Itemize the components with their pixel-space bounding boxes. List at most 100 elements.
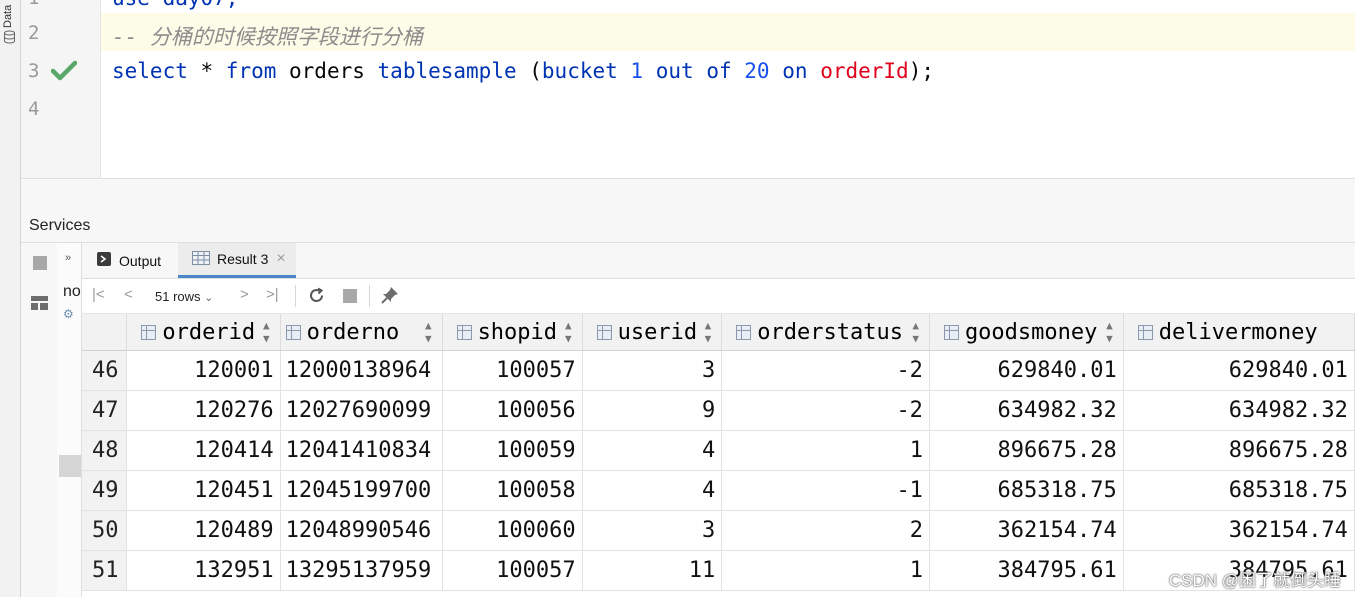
table-cell[interactable]: 634982.32 bbox=[1123, 390, 1355, 431]
sort-icon[interactable]: ▲ ▼ bbox=[1106, 319, 1113, 345]
table-cell[interactable]: 4 bbox=[582, 430, 723, 471]
table-cell[interactable]: 4 bbox=[582, 470, 723, 511]
table-cell[interactable]: 100056 bbox=[442, 390, 583, 431]
table-cell[interactable]: 12048990546 bbox=[280, 510, 443, 551]
database-tool-label[interactable]: Data bbox=[2, 2, 14, 28]
sort-icon[interactable]: ▲ ▼ bbox=[263, 319, 270, 345]
table-cell[interactable]: 120451 bbox=[126, 470, 281, 511]
table-cell[interactable]: 362154.74 bbox=[929, 510, 1124, 551]
tab-output-label: Output bbox=[119, 252, 162, 269]
tree-node-label[interactable]: no bbox=[63, 283, 81, 301]
services-tree[interactable]: » no ⚙ bbox=[57, 243, 82, 597]
table-cell[interactable]: 362154.74 bbox=[1123, 510, 1355, 551]
table-cell[interactable]: 2 bbox=[721, 510, 930, 551]
table-cell[interactable]: 634982.32 bbox=[929, 390, 1124, 431]
table-cell[interactable]: -1 bbox=[721, 470, 930, 511]
table-cell[interactable]: 685318.75 bbox=[1123, 470, 1355, 511]
table-cell[interactable]: 1 bbox=[721, 550, 930, 591]
session-icon: ⚙ bbox=[63, 307, 74, 321]
table-cell[interactable]: 100060 bbox=[442, 510, 583, 551]
table-cell[interactable]: 896675.28 bbox=[929, 430, 1124, 471]
refresh-icon[interactable] bbox=[308, 287, 325, 309]
column-header-orderno[interactable]: orderno ▲ ▼ bbox=[280, 314, 443, 351]
table-cell[interactable]: 1 bbox=[721, 430, 930, 471]
column-icon bbox=[456, 324, 472, 340]
column-header-userid[interactable]: userid ▲ ▼ bbox=[582, 314, 723, 351]
rows-count-dropdown[interactable]: 51 rows ⌄ bbox=[155, 289, 213, 304]
sort-icon[interactable]: ▲ ▼ bbox=[705, 319, 712, 345]
row-number-cell: 46 bbox=[82, 350, 128, 391]
table-cell[interactable]: 3 bbox=[582, 350, 723, 391]
table-cell[interactable]: 100057 bbox=[442, 550, 583, 591]
sort-icon[interactable]: ▲ ▼ bbox=[425, 319, 432, 345]
code-line-1[interactable]: use day07; bbox=[112, 0, 238, 10]
table-row[interactable]: 48 120414 12041410834 100059 4 1 896675.28 8966… bbox=[82, 430, 1355, 471]
previous-page-icon[interactable]: < bbox=[124, 286, 133, 303]
table-cell[interactable]: 384795.61 bbox=[929, 550, 1124, 591]
table-cell[interactable]: 685318.75 bbox=[929, 470, 1124, 511]
table-row[interactable]: 47 120276 12027690099 100056 9 -2 634982.32 634… bbox=[82, 390, 1355, 431]
layout-icon[interactable] bbox=[31, 296, 48, 315]
table-cell[interactable]: 100057 bbox=[442, 350, 583, 391]
table-row[interactable]: 50 120489 12048990546 100060 3 2 362154.74 3621… bbox=[82, 510, 1355, 551]
code-line-3[interactable]: select * from orders tablesample (bucket… bbox=[112, 59, 934, 83]
table-cell[interactable]: 896675.28 bbox=[1123, 430, 1355, 471]
table-cell[interactable]: 120414 bbox=[126, 430, 281, 471]
services-title: Services bbox=[29, 217, 91, 234]
code-line-2[interactable]: -- 分桶的时候按照字段进行分桶 bbox=[112, 21, 423, 51]
table-cell[interactable]: 12045199700 bbox=[280, 470, 443, 511]
column-header-goodsmoney[interactable]: goodsmoney ▲ ▼ bbox=[929, 314, 1124, 351]
table-cell[interactable]: -2 bbox=[721, 390, 930, 431]
tab-output[interactable]: Output bbox=[96, 243, 176, 278]
table-cell[interactable]: 13295137959 bbox=[280, 550, 443, 591]
table-cell[interactable]: 629840.01 bbox=[1123, 350, 1355, 391]
database-tool-strip[interactable]: Data bbox=[0, 0, 21, 597]
table-cell[interactable]: 12041410834 bbox=[280, 430, 443, 471]
row-number-header bbox=[82, 314, 128, 351]
last-page-icon[interactable]: >| bbox=[266, 286, 279, 303]
star-token: * bbox=[187, 59, 226, 83]
close-icon[interactable]: × bbox=[276, 250, 285, 268]
stop-icon[interactable] bbox=[33, 256, 47, 270]
table-cell[interactable]: 120276 bbox=[126, 390, 281, 431]
close-paren-token: ); bbox=[908, 59, 934, 83]
column-header-shopid[interactable]: shopid ▲ ▼ bbox=[442, 314, 583, 351]
table-cell[interactable]: 120489 bbox=[126, 510, 281, 551]
expand-icon[interactable]: » bbox=[65, 252, 71, 264]
column-header-orderstatus[interactable]: orderstatus ▲ ▼ bbox=[721, 314, 930, 351]
next-page-icon[interactable]: > bbox=[240, 286, 249, 303]
stop-query-icon[interactable] bbox=[343, 289, 357, 303]
column-header-label: shopid bbox=[477, 319, 558, 345]
table-row[interactable]: 49 120451 12045199700 100058 4 -1 685318.75 685… bbox=[82, 470, 1355, 511]
table-cell[interactable]: 629840.01 bbox=[929, 350, 1124, 391]
table-cell[interactable]: 9 bbox=[582, 390, 723, 431]
column-header-delivermoney[interactable]: delivermoney bbox=[1123, 314, 1355, 351]
table-cell[interactable]: 12000138964 bbox=[280, 350, 443, 391]
column-header-label: orderstatus bbox=[757, 319, 903, 345]
open-paren-token: ( bbox=[516, 59, 542, 83]
column-icon bbox=[141, 324, 157, 340]
table-cell[interactable]: 3 bbox=[582, 510, 723, 551]
first-page-icon[interactable]: |< bbox=[92, 286, 105, 303]
table-cell[interactable]: -2 bbox=[721, 350, 930, 391]
pin-icon[interactable] bbox=[381, 286, 399, 309]
result-grid[interactable]: orderid ▲ ▼ orderno ▲ ▼ shopid ▲ ▼ userid ▲ ▼ or… bbox=[82, 314, 1355, 597]
line-number: 3 bbox=[28, 60, 40, 82]
table-cell[interactable]: 100058 bbox=[442, 470, 583, 511]
table-row[interactable]: 51 132951 13295137959 100057 11 1 384795.61 384… bbox=[82, 550, 1355, 591]
sort-icon[interactable]: ▲ ▼ bbox=[912, 319, 919, 345]
column-header-orderid[interactable]: orderid ▲ ▼ bbox=[126, 314, 281, 351]
sort-icon[interactable]: ▲ ▼ bbox=[565, 319, 572, 345]
table-cell[interactable]: 12027690099 bbox=[280, 390, 443, 431]
table-cell[interactable]: 100059 bbox=[442, 430, 583, 471]
database-icon[interactable] bbox=[3, 30, 16, 44]
table-cell[interactable]: 132951 bbox=[126, 550, 281, 591]
tab-result-3[interactable]: Result 3 × bbox=[178, 243, 296, 278]
toolbar-separator bbox=[295, 285, 296, 307]
table-row[interactable]: 46 120001 12000138964 100057 3 -2 629840.01 629… bbox=[82, 350, 1355, 391]
table-cell[interactable]: 120001 bbox=[126, 350, 281, 391]
table-cell[interactable]: 11 bbox=[582, 550, 723, 591]
sql-editor[interactable]: 1 2 3 4 use day07; -- 分桶的时候按照字段进行分桶 sele… bbox=[21, 0, 1355, 178]
tree-selection-marker bbox=[59, 455, 81, 477]
